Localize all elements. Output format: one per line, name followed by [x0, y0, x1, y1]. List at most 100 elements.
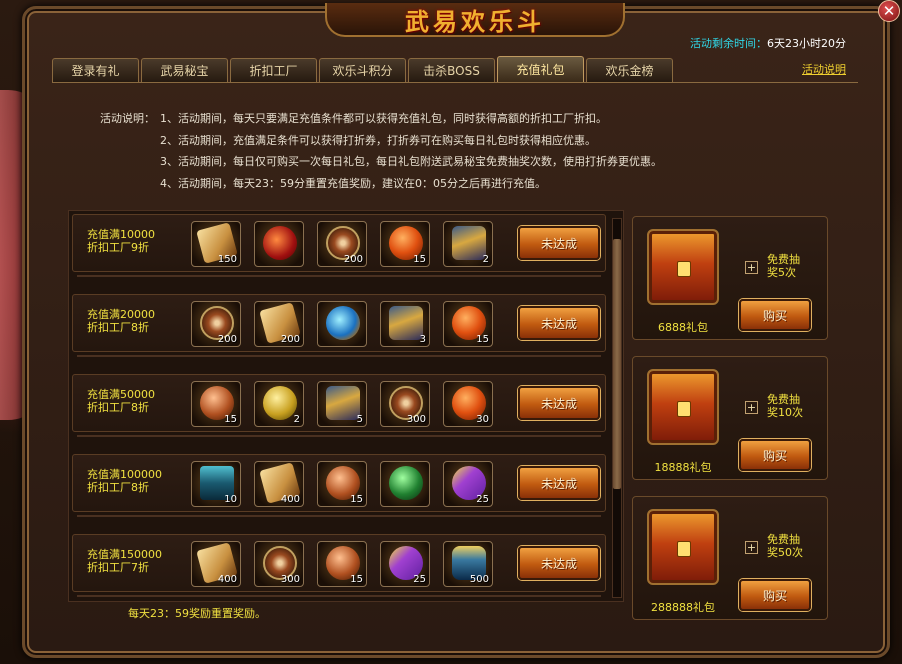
treasure-chest-icon[interactable]	[647, 369, 719, 445]
claim-button[interactable]: 未达成	[518, 466, 600, 500]
close-button[interactable]: ✕	[878, 0, 900, 22]
orb-item-icon[interactable]: 15	[380, 221, 430, 267]
copper-item-icon[interactable]: 15	[191, 381, 241, 427]
description-line: 3、活动期间，每日仅可购买一次每日礼包，每日礼包附送武易秘宝免费抽奖次数，使用打…	[160, 155, 662, 168]
panel-title: 武易欢乐斗	[325, 3, 625, 37]
scroll-item-icon[interactable]: 200	[254, 301, 304, 347]
treasure-chest-icon[interactable]	[647, 229, 719, 305]
armor-icon	[326, 386, 360, 420]
crystal-item-icon[interactable]	[317, 301, 367, 347]
reward-items: 15 2 5 300 30	[191, 381, 493, 427]
description-label: 活动说明：	[100, 112, 155, 125]
scroll-item-icon[interactable]: 150	[191, 221, 241, 267]
purple-item-icon[interactable]: 25	[443, 461, 493, 507]
free-draw-count: 免费抽 奖10次	[767, 393, 817, 419]
reward-items: 150 200 15 2	[191, 221, 493, 267]
buy-button[interactable]: 购买	[739, 579, 811, 611]
copper-item-icon[interactable]: 15	[317, 541, 367, 587]
recharge-threshold: 充值满20000	[87, 308, 155, 321]
item-quantity: 5	[356, 414, 363, 425]
event-description: 活动说明： 1、活动期间，每天只要满足充值条件都可以获得充值礼包，同时获得高额的折…	[100, 108, 662, 194]
tab-wuyi-treasure[interactable]: 武易秘宝	[141, 58, 228, 82]
description-line: 2、活动期间，充值满足条件可以获得打折券，打折券可在购买每日礼包时获得相应优惠。	[160, 133, 596, 147]
treasure-chest-icon[interactable]	[647, 509, 719, 585]
reward-row: 充值满20000 折扣工厂8折 200 200 3 15 未达成	[72, 294, 606, 357]
item-quantity: 200	[217, 334, 237, 345]
reward-row: 充值满100000 折扣工厂8折 10 400 15 25 未达成	[72, 454, 606, 517]
item-quantity: 400	[217, 574, 237, 585]
free-draw-times: 奖10次	[767, 406, 803, 419]
tab-points[interactable]: 欢乐斗积分	[319, 58, 406, 82]
reward-scrollbar[interactable]	[612, 218, 622, 598]
purple-item-icon[interactable]: 25	[380, 541, 430, 587]
copper-item-icon[interactable]: 15	[317, 461, 367, 507]
reward-condition: 充值满100000 折扣工厂8折	[87, 468, 162, 494]
orb-item-icon[interactable]: 15	[443, 301, 493, 347]
tab-discount-factory[interactable]: 折扣工厂	[230, 58, 317, 82]
free-draw-label: 免费抽	[767, 253, 800, 266]
orb-item-icon[interactable]: 30	[443, 381, 493, 427]
claim-button[interactable]: 未达成	[518, 226, 600, 260]
description-line: 1、活动期间，每天只要满足充值条件都可以获得充值礼包，同时获得高额的折扣工厂折扣…	[160, 112, 607, 125]
armor-icon	[452, 226, 486, 260]
reward-condition: 充值满10000 折扣工厂9折	[87, 228, 155, 254]
vial-item-icon[interactable]: 500	[443, 541, 493, 587]
discount-rate: 折扣工厂9折	[87, 241, 149, 254]
plus-icon: +	[745, 261, 758, 274]
tab-login-gift[interactable]: 登录有礼	[52, 58, 139, 82]
compass-item-icon[interactable]: 300	[380, 381, 430, 427]
tab-recharge-gift[interactable]: 充值礼包	[497, 56, 584, 82]
scroll-item-icon[interactable]: 400	[254, 461, 304, 507]
gold-icon	[263, 386, 297, 420]
green-icon	[389, 466, 423, 500]
armor-item-icon[interactable]: 5	[317, 381, 367, 427]
recharge-threshold: 充值满100000	[87, 468, 162, 481]
jewel-item-icon[interactable]	[254, 221, 304, 267]
help-link[interactable]: 活动说明	[802, 61, 846, 77]
claim-button[interactable]: 未达成	[518, 546, 600, 580]
item-quantity: 15	[350, 574, 363, 585]
buy-button[interactable]: 购买	[739, 439, 811, 471]
tab-ranking[interactable]: 欢乐金榜	[586, 58, 673, 82]
crystal-icon	[326, 306, 360, 340]
discount-rate: 折扣工厂7折	[87, 561, 149, 574]
remaining-value: 6天23小时20分	[767, 37, 846, 50]
pack-name: 288888礼包	[651, 601, 715, 614]
gift-pack: + 免费抽 奖5次 购买 6888礼包	[632, 216, 828, 340]
remaining-time: 活动剩余时间：6天23小时20分	[690, 35, 846, 51]
reward-condition: 充值满50000 折扣工厂8折	[87, 388, 155, 414]
jewel-icon	[263, 226, 297, 260]
scroll-item-icon[interactable]: 400	[191, 541, 241, 587]
discount-rate: 折扣工厂8折	[87, 481, 149, 494]
discount-rate: 折扣工厂8折	[87, 321, 149, 334]
item-quantity: 2	[293, 414, 300, 425]
armor-item-icon[interactable]: 2	[443, 221, 493, 267]
armor-item-icon[interactable]: 3	[380, 301, 430, 347]
tab-kill-boss[interactable]: 击杀BOSS	[408, 58, 495, 82]
remaining-label: 活动剩余时间：	[690, 37, 767, 50]
reward-row: 充值满10000 折扣工厂9折 150 200 15 2 未达成	[72, 214, 606, 277]
compass-item-icon[interactable]: 200	[191, 301, 241, 347]
recharge-threshold: 充值满50000	[87, 388, 155, 401]
compass-item-icon[interactable]: 300	[254, 541, 304, 587]
pack-name: 6888礼包	[658, 321, 708, 334]
item-quantity: 10	[224, 494, 237, 505]
item-quantity: 2	[482, 254, 489, 265]
claim-button[interactable]: 未达成	[518, 386, 600, 420]
compass-item-icon[interactable]: 200	[317, 221, 367, 267]
chest-item-icon[interactable]: 10	[191, 461, 241, 507]
claim-button[interactable]: 未达成	[518, 306, 600, 340]
reward-items: 400 300 15 25 500	[191, 541, 493, 587]
item-quantity: 15	[350, 494, 363, 505]
gold-item-icon[interactable]: 2	[254, 381, 304, 427]
item-quantity: 3	[419, 334, 426, 345]
item-quantity: 25	[413, 574, 426, 585]
armor-icon	[389, 306, 423, 340]
buy-button[interactable]: 购买	[739, 299, 811, 331]
scroll-thumb[interactable]	[613, 239, 621, 489]
gift-pack: + 免费抽 奖10次 购买 18888礼包	[632, 356, 828, 480]
green-item-icon[interactable]	[380, 461, 430, 507]
gift-pack: + 免费抽 奖50次 购买 288888礼包	[632, 496, 828, 620]
reset-note: 每天23：59奖励重置奖励。	[128, 607, 266, 620]
free-draw-label: 免费抽	[767, 533, 800, 546]
